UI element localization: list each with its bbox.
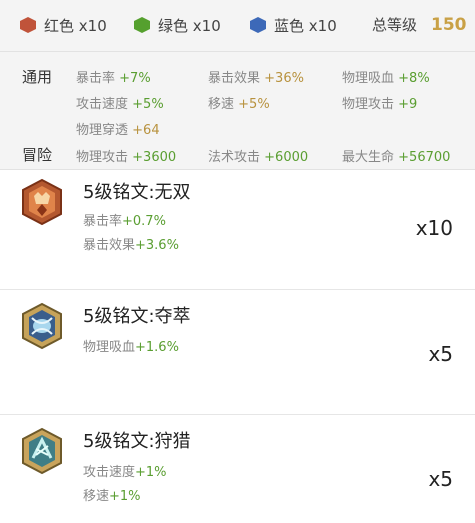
stat-name: 暴击效果 — [208, 71, 261, 86]
green-inscription-icon — [22, 427, 62, 475]
green-gem-count: 绿色 x10 — [134, 14, 221, 36]
inscription-count: x5 — [428, 467, 453, 491]
total-level-label: 总等级 — [372, 16, 418, 34]
stat-value: +6000 — [264, 150, 309, 165]
stat-value: +7% — [119, 71, 151, 86]
stat-value: +5% — [132, 97, 164, 112]
stat-physical-lifesteal: 物理吸血 +8% — [342, 67, 430, 86]
red-hexagon-icon — [20, 17, 36, 33]
stat-crit-rate: 暴击率 +7% — [76, 67, 151, 86]
stat-value: +5% — [238, 97, 270, 112]
blue-gem-count: 蓝色 x10 — [250, 14, 337, 36]
red-gem-label: 红色 x10 — [44, 16, 107, 35]
stat-name: 物理吸血 — [342, 71, 395, 86]
stat-physical-penetration: 物理穿透 +64 — [76, 119, 160, 138]
stat-name: 攻击速度 — [76, 97, 129, 112]
total-level-value: 150 — [431, 14, 467, 35]
inscription-attr: 攻击速度+1% — [83, 461, 167, 480]
stat-crit-damage: 暴击效果 +36% — [208, 67, 304, 86]
total-level: 总等级 150 — [372, 14, 467, 35]
stat-name: 法术攻击 — [208, 150, 261, 165]
inscription-attr: 物理吸血+1.6% — [83, 336, 179, 355]
inscription-title: 5级铭文:狩猎 — [83, 431, 191, 452]
blue-gem-label: 蓝色 x10 — [274, 16, 337, 35]
inscription-title: 5级铭文:无双 — [83, 182, 191, 203]
attr-name: 暴击效果 — [83, 238, 136, 253]
attr-value: +1% — [135, 465, 167, 480]
inscription-attr: 暴击效果+3.6% — [83, 234, 179, 253]
stat-value: +8% — [398, 71, 430, 86]
adventure-category-label: 冒险 — [22, 146, 53, 164]
stat-physical-attack: 物理攻击 +9 — [342, 93, 417, 112]
attr-name: 移速 — [83, 489, 110, 504]
common-category-label: 通用 — [22, 68, 53, 86]
stat-adventure-physical-attack: 物理攻击 +3600 — [76, 146, 176, 165]
stat-name: 最大生命 — [342, 150, 395, 165]
attr-value: +1% — [109, 489, 141, 504]
inscription-attr: 移速+1% — [83, 485, 141, 504]
stat-value: +9 — [398, 97, 418, 112]
stat-name: 物理攻击 — [76, 150, 129, 165]
attr-value: +1.6% — [135, 340, 179, 355]
stat-attack-speed: 攻击速度 +5% — [76, 93, 164, 112]
blue-hexagon-icon — [250, 17, 266, 33]
inscription-row-shoulie[interactable]: 5级铭文:狩猎 攻击速度+1% 移速+1% x5 — [0, 415, 475, 523]
red-gem-count: 红色 x10 — [20, 14, 107, 36]
stat-name: 移速 — [208, 97, 235, 112]
rune-summary-bar: 红色 x10 绿色 x10 蓝色 x10 总等级 150 — [0, 0, 475, 52]
stat-adventure-magic-attack: 法术攻击 +6000 — [208, 146, 308, 165]
green-gem-label: 绿色 x10 — [158, 16, 221, 35]
green-hexagon-icon — [134, 17, 150, 33]
stat-value: +3600 — [132, 150, 177, 165]
attr-name: 攻击速度 — [83, 465, 136, 480]
inscription-title: 5级铭文:夺萃 — [83, 306, 191, 327]
inscription-count: x10 — [415, 216, 453, 240]
stat-name: 暴击率 — [76, 71, 116, 86]
attr-value: +3.6% — [135, 238, 179, 253]
attr-name: 暴击率 — [83, 214, 123, 229]
attr-value: +0.7% — [122, 214, 166, 229]
red-inscription-icon — [22, 178, 62, 226]
stat-name: 物理攻击 — [342, 97, 395, 112]
inscription-row-duocui[interactable]: 5级铭文:夺萃 物理吸血+1.6% x5 — [0, 290, 475, 415]
attribute-summary-panel: 通用 暴击率 +7% 暴击效果 +36% 物理吸血 +8% 攻击速度 +5% 移… — [0, 52, 475, 170]
stat-value: +64 — [132, 123, 160, 138]
attr-name: 物理吸血 — [83, 340, 136, 355]
stat-adventure-max-hp: 最大生命 +56700 — [342, 146, 450, 165]
inscription-count: x5 — [428, 342, 453, 366]
stat-value: +36% — [264, 71, 304, 86]
stat-move-speed: 移速 +5% — [208, 93, 270, 112]
stat-value: +56700 — [398, 150, 451, 165]
stat-name: 物理穿透 — [76, 123, 129, 138]
blue-inscription-icon — [22, 302, 62, 350]
inscription-attr: 暴击率+0.7% — [83, 210, 166, 229]
inscription-row-wushuang[interactable]: 5级铭文:无双 暴击率+0.7% 暴击效果+3.6% x10 — [0, 170, 475, 290]
